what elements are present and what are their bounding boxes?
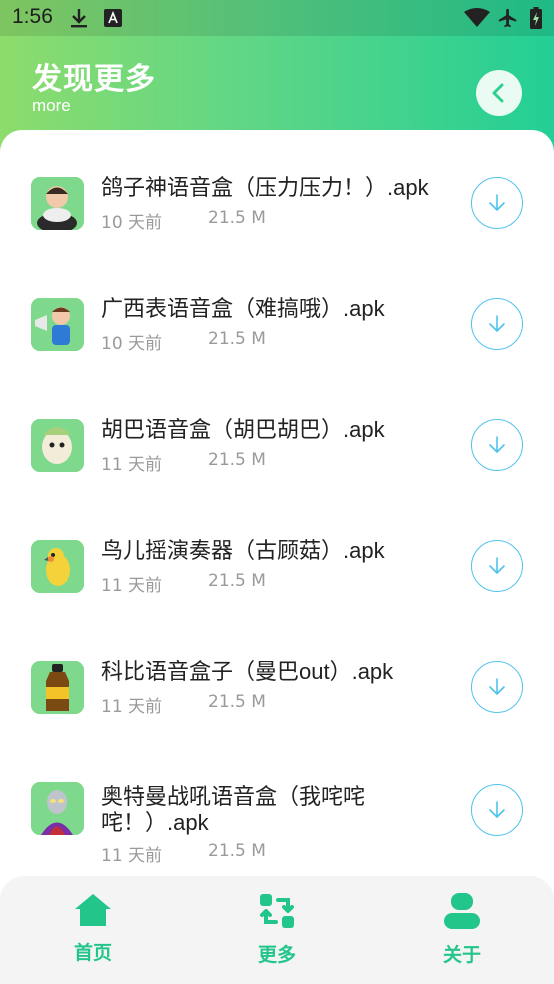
chevron-left-icon: [492, 83, 504, 103]
item-meta: 10 天前 21.5 M: [101, 329, 266, 354]
tab-about-label: 关于: [442, 944, 481, 966]
wifi-icon: [464, 8, 490, 28]
arrow-down-icon: [489, 557, 505, 574]
user-icon: [444, 893, 480, 929]
download-button[interactable]: [471, 784, 523, 836]
arrow-down-icon: [489, 678, 505, 695]
download-button[interactable]: [471, 540, 523, 592]
item-size: 21.5 M: [208, 692, 266, 712]
item-size: 21.5 M: [208, 841, 266, 861]
item-size: 21.5 M: [208, 571, 266, 591]
item-title: 鸟儿摇演奏器（古顾菇）.apk: [101, 538, 385, 563]
arrow-down-icon: [489, 315, 505, 332]
list-item[interactable]: 胡巴语音盒（胡巴胡巴）.apk 11 天前 21.5 M: [0, 402, 554, 512]
item-age: 11 天前: [101, 846, 163, 866]
item-meta: 11 天前 21.5 M: [101, 692, 266, 717]
status-bar: 1:56: [0, 0, 554, 36]
item-age: 11 天前: [101, 576, 163, 596]
list-item[interactable]: 鸽子神语音盒（压力压力！）.apk 10 天前 21.5 M: [0, 160, 554, 270]
item-title: 胡巴语音盒（胡巴胡巴）.apk: [101, 417, 385, 442]
tab-about[interactable]: 关于: [407, 892, 517, 972]
item-age: 11 天前: [101, 697, 163, 717]
item-title: 鸽子神语音盒（压力压力！）.apk: [101, 175, 429, 200]
huba-character-thumbnail: [31, 419, 84, 472]
bottle-thumbnail: [31, 661, 84, 714]
item-age: 11 天前: [101, 455, 163, 475]
list-item[interactable]: 广西表语音盒（难搞哦）.apk 10 天前 21.5 M: [0, 281, 554, 391]
arrow-down-icon: [489, 801, 505, 818]
bottom-tab-bar: 首页 更多 关于: [0, 876, 554, 984]
item-age: 10 天前: [101, 213, 163, 233]
list-item[interactable]: 鸟儿摇演奏器（古顾菇）.apk 11 天前 21.5 M: [0, 523, 554, 633]
item-title: 科比语音盒子（曼巴out）.apk: [101, 659, 394, 684]
download-button[interactable]: [471, 661, 523, 713]
item-size: 21.5 M: [208, 208, 266, 228]
list-item[interactable]: 奥特曼战吼语音盒（我咤咤咤！）.apk 11 天前 21.5 M: [0, 765, 554, 875]
parrot-thumbnail: [31, 540, 84, 593]
item-size: 21.5 M: [208, 450, 266, 470]
item-age: 10 天前: [101, 334, 163, 354]
back-button[interactable]: [476, 70, 522, 116]
tab-home[interactable]: 首页: [38, 892, 148, 972]
refresh-swap-icon: [260, 894, 294, 928]
item-meta: 11 天前 21.5 M: [101, 571, 266, 596]
page-subtitle: more: [32, 96, 71, 115]
list-item[interactable]: 科比语音盒子（曼巴out）.apk 11 天前 21.5 M: [0, 644, 554, 754]
item-size: 21.5 M: [208, 329, 266, 349]
home-icon: [75, 894, 111, 926]
item-meta: 11 天前 21.5 M: [101, 841, 266, 866]
page-title: 发现更多: [32, 62, 156, 97]
status-time: 1:56: [12, 5, 53, 28]
arrow-down-icon: [489, 194, 505, 211]
download-icon: [70, 8, 88, 28]
download-button[interactable]: [471, 419, 523, 471]
item-meta: 10 天前 21.5 M: [101, 208, 266, 233]
arrow-down-icon: [489, 436, 505, 453]
cartoon-character-thumbnail: [31, 177, 84, 230]
megaphone-character-thumbnail: [31, 298, 84, 351]
ultraman-thumbnail: [31, 782, 84, 835]
tab-home-label: 首页: [73, 942, 112, 964]
tab-more-label: 更多: [257, 944, 296, 966]
text-a-icon: [104, 8, 122, 28]
item-title: 广西表语音盒（难搞哦）.apk: [101, 296, 385, 321]
item-meta: 11 天前 21.5 M: [101, 450, 266, 475]
download-button[interactable]: [471, 177, 523, 229]
tab-more[interactable]: 更多: [222, 892, 332, 972]
item-title: 奥特曼战吼语音盒（我咤咤咤！）.apk: [101, 784, 366, 835]
download-button[interactable]: [471, 298, 523, 350]
file-list-panel: 鸽子神语音盒（压力压力！）.apk 10 天前 21.5 M 广西表语音盒（难搞…: [0, 130, 554, 880]
battery-charging-icon: [530, 7, 542, 29]
airplane-mode-icon: [497, 8, 519, 28]
